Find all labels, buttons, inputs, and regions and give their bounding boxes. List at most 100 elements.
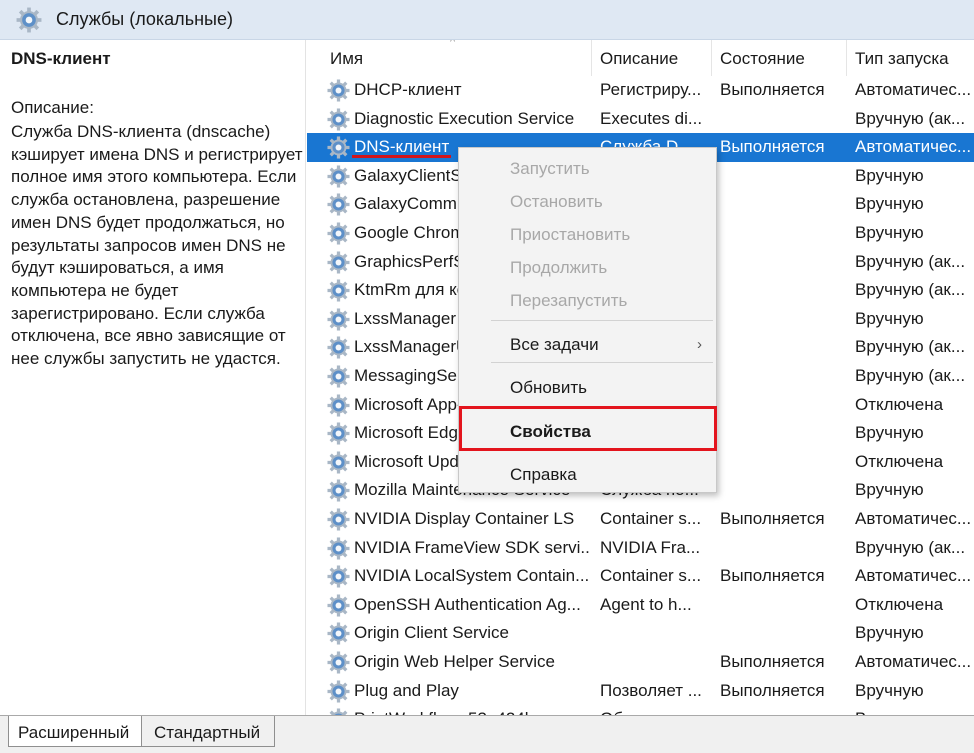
- tab-standard[interactable]: Стандартный: [141, 716, 275, 747]
- service-state-cell: [720, 105, 842, 134]
- service-name-cell: Origin Web Helper Service: [354, 652, 555, 671]
- service-startup-type-cell: Вручную: [855, 480, 924, 500]
- service-startup-type-cell: Отключена: [855, 394, 944, 414]
- service-state-cell: [720, 333, 842, 362]
- gear-icon: [327, 336, 350, 359]
- gear-icon: [327, 108, 350, 131]
- service-description-cell: Executes di...: [600, 108, 703, 128]
- service-state-cell: [720, 705, 842, 715]
- column-divider[interactable]: [846, 40, 847, 76]
- service-description-cell: Обеспечи...: [600, 705, 706, 715]
- service-name-cell: NVIDIA LocalSystem Contain...: [354, 566, 590, 586]
- table-row[interactable]: NVIDIA Display Container LS Container s..…: [307, 505, 974, 534]
- service-name-cell: NVIDIA FrameView SDK servi...: [354, 537, 590, 557]
- service-state-cell: [720, 419, 842, 448]
- column-header-description[interactable]: Описание: [600, 40, 678, 76]
- selected-service-name: DNS-клиент: [11, 49, 111, 68]
- service-startup-type-cell: Автоматичес...: [855, 137, 972, 157]
- service-state-cell: Выполняется: [720, 137, 825, 157]
- service-name-cell: DHCP-клиент: [354, 80, 462, 99]
- service-startup-type-cell: Вручную: [855, 705, 974, 715]
- chevron-right-icon: ›: [697, 336, 702, 353]
- gear-icon: [327, 680, 350, 703]
- table-row[interactable]: Plug and Play Позволяет ... Выполняется Вру…: [307, 677, 974, 706]
- service-name-cell: NVIDIA Display Container LS: [354, 509, 575, 528]
- tab-extended[interactable]: Расширенный: [8, 716, 142, 747]
- table-row[interactable]: OpenSSH Authentication Ag... Agent to h..…: [307, 591, 974, 620]
- service-startup-type-cell: Вручную: [855, 623, 924, 643]
- table-row[interactable]: Diagnostic Execution Service Executes di.…: [307, 105, 974, 134]
- service-name-cell: OpenSSH Authentication Ag...: [354, 594, 581, 614]
- description-text: Служба DNS-клиента (dnscache) кэширует и…: [11, 122, 303, 369]
- gear-icon: [327, 136, 350, 159]
- service-name-cell: PrintWorkflow_53e424b: [354, 705, 590, 715]
- gear-icon: [327, 251, 350, 274]
- gear-icon: [327, 79, 350, 102]
- service-description-cell: Позволяет ...: [600, 680, 702, 700]
- table-row[interactable]: Origin Client Service Вручную: [307, 619, 974, 648]
- gear-icon: [327, 651, 350, 674]
- column-header-name[interactable]: Имя: [330, 40, 363, 76]
- service-state-cell: [720, 190, 842, 219]
- service-startup-type-cell: Вручную: [855, 165, 924, 185]
- table-row[interactable]: NVIDIA LocalSystem Contain... Container s…: [307, 562, 974, 591]
- service-state-cell: [720, 619, 842, 648]
- service-state-cell: [720, 305, 842, 334]
- menu-item-resume[interactable]: Продолжить: [510, 258, 607, 278]
- column-header-startup-type[interactable]: Тип запуска: [855, 40, 949, 76]
- menu-separator: [491, 362, 713, 363]
- service-startup-type-cell: Вручную: [855, 223, 924, 242]
- service-name-cell: Diagnostic Execution Service: [354, 108, 575, 128]
- column-header-state[interactable]: Состояние: [720, 40, 805, 76]
- gear-icon: [327, 537, 350, 560]
- service-startup-type-cell: Вручную: [855, 308, 924, 328]
- table-row[interactable]: NVIDIA FrameView SDK servi... NVIDIA Fra.…: [307, 534, 974, 563]
- service-startup-type-cell: Отключена: [855, 594, 944, 614]
- service-startup-type-cell: Автоматичес...: [855, 566, 972, 586]
- gear-icon: [327, 451, 350, 474]
- service-startup-type-cell: Автоматичес...: [855, 80, 972, 99]
- gear-icon: [327, 279, 350, 302]
- table-row[interactable]: PrintWorkflow_53e424b Обеспечи... Вручную: [307, 705, 974, 715]
- menu-item-pause[interactable]: Приостановить: [510, 225, 630, 245]
- gear-icon: [327, 708, 350, 715]
- column-divider[interactable]: [591, 40, 592, 76]
- menu-item-help[interactable]: Справка: [510, 465, 577, 485]
- annotation-underline: [352, 155, 451, 158]
- window-title-bar: Службы (локальные): [0, 0, 974, 40]
- menu-item-stop[interactable]: Остановить: [510, 192, 603, 212]
- service-startup-type-cell: Вручную (ак...: [855, 251, 966, 271]
- service-state-cell: Выполняется: [720, 680, 825, 700]
- services-gear-icon: [16, 7, 42, 33]
- service-name-cell: Origin Client Service: [354, 623, 509, 643]
- menu-item-start[interactable]: Запустить: [510, 159, 590, 179]
- column-divider[interactable]: [711, 40, 712, 76]
- service-state-cell: [720, 162, 842, 191]
- gear-icon: [327, 222, 350, 245]
- gear-icon: [327, 622, 350, 645]
- service-state-cell: [720, 276, 842, 305]
- description-pane: DNS-клиент Описание: Служба DNS-клиента …: [0, 40, 306, 715]
- service-description-cell: Container s...: [600, 509, 702, 528]
- service-startup-type-cell: Вручную (ак...: [855, 537, 966, 557]
- service-state-cell: [720, 476, 842, 505]
- service-state-cell: Выполняется: [720, 652, 825, 671]
- service-state-cell: [720, 534, 842, 563]
- service-state-cell: [720, 219, 842, 248]
- table-row[interactable]: Origin Web Helper Service Выполняется Авто…: [307, 648, 974, 677]
- service-startup-type-cell: Вручную (ак...: [855, 337, 966, 357]
- table-row[interactable]: DHCP-клиент Регистриру... Выполняется Автом…: [307, 76, 974, 105]
- window-title: Службы (локальные): [56, 9, 233, 29]
- service-state-cell: Выполняется: [720, 80, 825, 99]
- service-startup-type-cell: Вручную: [855, 423, 924, 443]
- menu-item-refresh[interactable]: Обновить: [510, 378, 587, 398]
- gear-icon: [327, 479, 350, 502]
- service-startup-type-cell: Автоматичес...: [855, 652, 972, 671]
- menu-item-restart[interactable]: Перезапустить: [510, 291, 627, 311]
- service-state-cell: Выполняется: [720, 566, 825, 586]
- service-state-cell: [720, 591, 842, 620]
- menu-item-all-tasks[interactable]: Все задачи: [510, 335, 599, 355]
- gear-icon: [327, 165, 350, 188]
- gear-icon: [327, 308, 350, 331]
- service-startup-type-cell: Вручную (ак...: [855, 108, 966, 128]
